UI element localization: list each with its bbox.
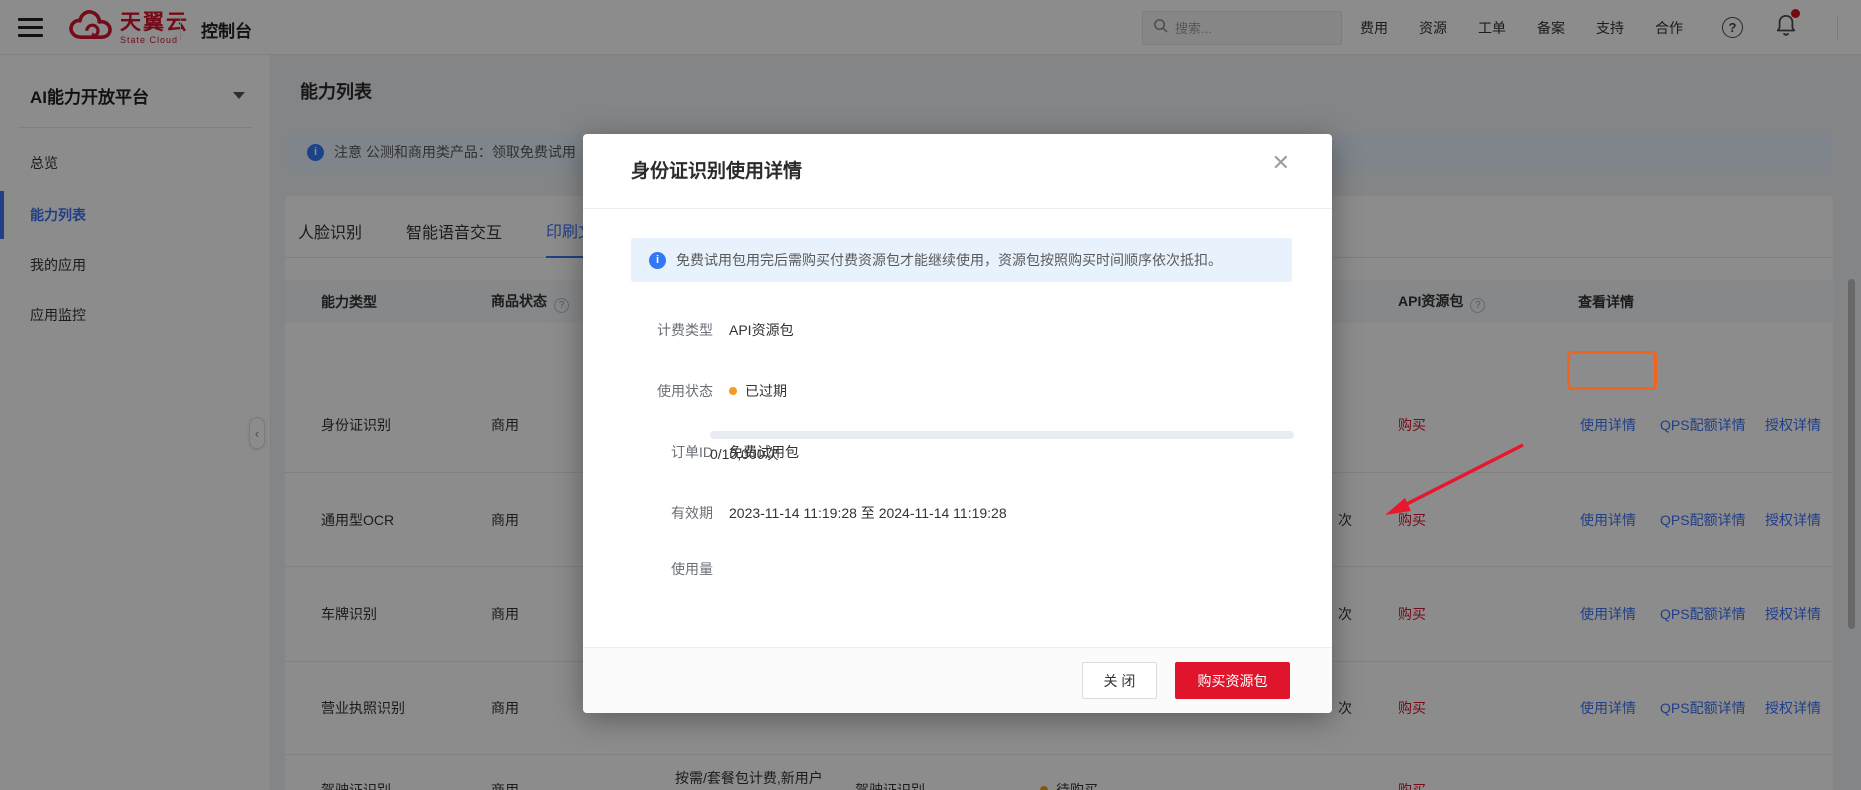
modal-header-divider	[583, 208, 1332, 209]
buy-package-button[interactable]: 购买资源包	[1175, 662, 1290, 699]
screen: 天翼云 State Cloud 控制台 费用 资源 工单 备案 支持 合作 ?	[0, 0, 1861, 790]
usage-count: 0/10,000次	[710, 446, 779, 462]
field-validity: 有效期 2023-11-14 11:19:28 至 2024-11-14 11:…	[671, 505, 1007, 521]
annotation-arrow	[1385, 443, 1524, 515]
field-billing-type: 计费类型 API资源包	[657, 322, 794, 338]
status-dot	[729, 387, 737, 395]
field-usage-status: 使用状态 已过期	[657, 383, 787, 399]
modal-footer: 关 闭 购买资源包	[583, 647, 1332, 713]
info-icon: i	[649, 251, 666, 269]
close-icon[interactable]: ✕	[1272, 152, 1290, 174]
modal-notice-banner: i 免费试用包用完后需购买付费资源包才能继续使用，资源包按照购买时间顺序依次抵扣…	[631, 238, 1292, 282]
usage-progress-bar	[710, 431, 1294, 439]
close-button[interactable]: 关 闭	[1082, 662, 1157, 699]
usage-details-modal: 身份证识别使用详情 ✕ i 免费试用包用完后需购买付费资源包才能继续使用，资源包…	[583, 134, 1332, 713]
modal-notice-text: 免费试用包用完后需购买付费资源包才能继续使用，资源包按照购买时间顺序依次抵扣。	[676, 252, 1222, 268]
modal-title: 身份证识别使用详情	[631, 161, 803, 182]
field-usage: 使用量	[671, 561, 713, 577]
annotation-highlight-box	[1567, 351, 1657, 390]
